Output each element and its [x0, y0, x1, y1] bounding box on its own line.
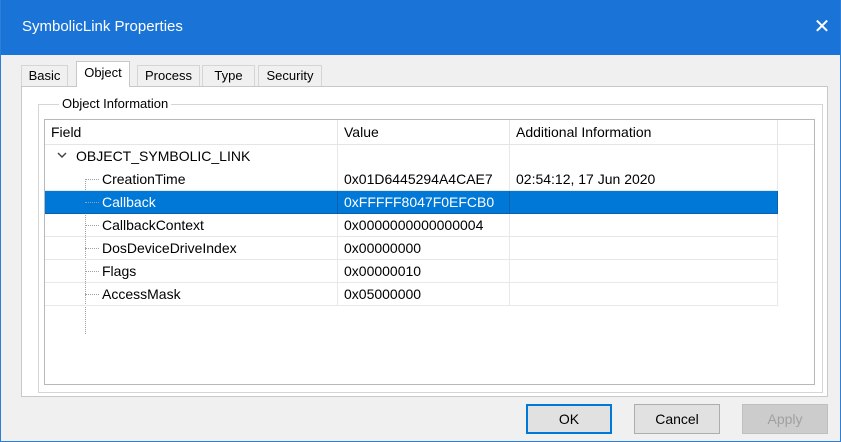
- tab-basic[interactable]: Basic: [21, 65, 68, 86]
- cancel-button[interactable]: Cancel: [634, 404, 720, 434]
- field-name: Callback: [102, 194, 156, 210]
- tree-root-value: [338, 145, 510, 168]
- tree-root-info: [510, 145, 778, 168]
- column-header-value[interactable]: Value: [338, 120, 510, 144]
- additional-info-cell: [510, 191, 778, 214]
- table-row[interactable]: AccessMask 0x05000000: [45, 283, 814, 306]
- field-name: Flags: [102, 263, 137, 279]
- group-label: Object Information: [59, 96, 172, 111]
- ok-button[interactable]: OK: [526, 404, 612, 434]
- tree-connector-branch: [85, 179, 99, 180]
- column-header-additional-information[interactable]: Additional Information: [510, 120, 778, 144]
- field-name: AccessMask: [102, 286, 181, 302]
- table-row[interactable]: Callback 0xFFFFF8047F0EFCB0: [45, 191, 814, 214]
- title-bar[interactable]: SymbolicLink Properties ✕: [1, 0, 840, 55]
- value-cell: 0x05000000: [338, 283, 510, 306]
- chevron-down-icon[interactable]: [56, 149, 68, 161]
- list-header: Field Value Additional Information: [45, 120, 814, 145]
- value-cell: 0x00000010: [338, 260, 510, 283]
- object-fields-list[interactable]: Field Value Additional Information OBJEC…: [44, 119, 815, 385]
- apply-button[interactable]: Apply: [742, 404, 828, 434]
- close-icon[interactable]: ✕: [804, 12, 840, 42]
- tab-security[interactable]: Security: [258, 65, 322, 86]
- value-cell: 0x01D6445294A4CAE7: [338, 168, 510, 191]
- tab-panel-object: Object Information Field Value Additiona…: [21, 86, 828, 397]
- additional-info-cell: 02:54:12, 17 Jun 2020: [510, 168, 778, 191]
- tab-object[interactable]: Object: [76, 61, 130, 87]
- tree-root-label: OBJECT_SYMBOLIC_LINK: [76, 148, 251, 164]
- value-cell: 0x0000000000000004: [338, 214, 510, 237]
- field-name: CreationTime: [102, 171, 186, 187]
- additional-info-cell: [510, 214, 778, 237]
- value-cell: 0xFFFFF8047F0EFCB0: [338, 191, 510, 214]
- window-title: SymbolicLink Properties: [22, 18, 183, 35]
- table-row[interactable]: CallbackContext 0x0000000000000004: [45, 214, 814, 237]
- additional-info-cell: [510, 283, 778, 306]
- tree-connector-branch: [85, 202, 99, 203]
- tab-process[interactable]: Process: [137, 65, 200, 86]
- properties-dialog: SymbolicLink Properties ✕ Basic Object P…: [0, 0, 841, 442]
- table-row[interactable]: DosDeviceDriveIndex 0x00000000: [45, 237, 814, 260]
- tree-root-cell: OBJECT_SYMBOLIC_LINK: [45, 145, 338, 168]
- table-row[interactable]: CreationTime 0x01D6445294A4CAE7 02:54:12, …: [45, 168, 814, 191]
- table-row[interactable]: Flags 0x00000010: [45, 260, 814, 283]
- tree-connector-branch: [85, 271, 99, 272]
- tree-root-row[interactable]: OBJECT_SYMBOLIC_LINK: [45, 145, 814, 168]
- tree-connector-branch: [85, 294, 99, 295]
- value-cell: 0x00000000: [338, 237, 510, 260]
- field-name: CallbackContext: [102, 217, 204, 233]
- additional-info-cell: [510, 260, 778, 283]
- column-header-field[interactable]: Field: [45, 120, 338, 144]
- tree-connector-branch: [85, 225, 99, 226]
- tree-connector-branch: [85, 248, 99, 249]
- tab-type[interactable]: Type: [202, 65, 255, 86]
- additional-info-cell: [510, 237, 778, 260]
- field-name: DosDeviceDriveIndex: [102, 240, 237, 256]
